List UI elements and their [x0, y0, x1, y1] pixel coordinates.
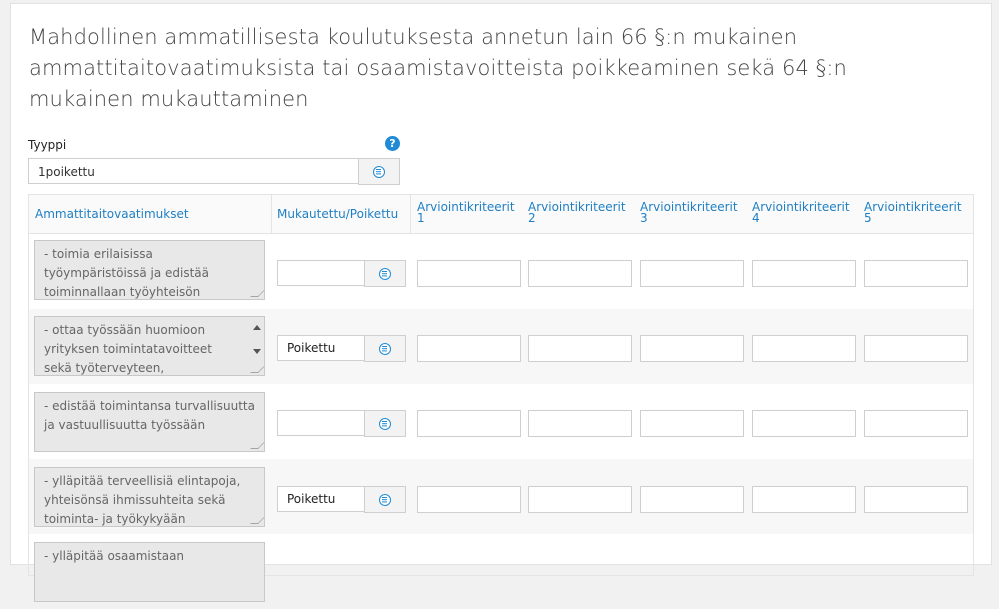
criteria-1-input[interactable] — [417, 260, 521, 287]
header-criteria-5[interactable]: Arviointikriteerit 5 — [864, 195, 968, 233]
requirements-table: Ammattitaitovaatimukset Mukautettu/Poike… — [28, 194, 974, 602]
status-select-button[interactable] — [364, 486, 406, 513]
criteria-3-input[interactable] — [640, 335, 744, 362]
table-header: Ammattitaitovaatimukset Mukautettu/Poike… — [29, 195, 973, 234]
list-icon — [373, 165, 385, 178]
status-input[interactable]: Poikettu — [277, 486, 365, 512]
status-input[interactable] — [277, 260, 365, 286]
criteria-1-input[interactable] — [417, 410, 521, 437]
scroll-up-icon[interactable] — [253, 325, 261, 330]
criteria-4-input[interactable] — [752, 260, 856, 287]
criteria-2-input[interactable] — [528, 260, 632, 287]
resize-handle-icon[interactable] — [250, 441, 264, 449]
status-input[interactable] — [277, 410, 365, 436]
header-criteria-1[interactable]: Arviointikriteerit 1 — [417, 195, 521, 233]
requirement-text: - toimia erilaisissa työympäristöissä ja… — [44, 247, 209, 299]
table-row: - ottaa työssään huomioon yrityksen toim… — [29, 309, 973, 384]
table-row: - ylläpitää terveellisiä elintapoja, yht… — [29, 459, 973, 534]
criteria-2-input[interactable] — [528, 410, 632, 437]
header-requirements[interactable]: Ammattitaitovaatimukset — [35, 195, 265, 233]
criteria-5-input[interactable] — [864, 410, 968, 437]
criteria-4-input[interactable] — [752, 410, 856, 437]
list-icon — [379, 417, 391, 430]
criteria-1-input[interactable] — [417, 486, 521, 513]
resize-handle-icon[interactable] — [250, 365, 264, 373]
header-adapted[interactable]: Mukautettu/Poikettu — [277, 195, 411, 233]
requirement-textarea[interactable]: - ottaa työssään huomioon yrityksen toim… — [34, 316, 265, 376]
status-select-button[interactable] — [364, 335, 406, 362]
criteria-2-input[interactable] — [528, 335, 632, 362]
criteria-5-input[interactable] — [864, 335, 968, 362]
list-icon — [379, 493, 391, 506]
criteria-3-input[interactable] — [640, 486, 744, 513]
requirement-textarea[interactable]: - ylläpitää osaamistaan — [34, 542, 265, 602]
criteria-3-input[interactable] — [640, 260, 744, 287]
header-divider — [271, 195, 272, 233]
criteria-5-input[interactable] — [864, 486, 968, 513]
status-input[interactable]: Poikettu — [277, 335, 365, 361]
scroll-down-icon[interactable] — [253, 349, 261, 354]
requirement-text: - ottaa työssään huomioon yrityksen toim… — [44, 323, 212, 375]
status-select-button[interactable] — [364, 260, 406, 287]
criteria-3-input[interactable] — [640, 410, 744, 437]
list-icon — [379, 342, 391, 355]
requirement-text: - edistää toimintansa turvallisuutta ja … — [44, 399, 255, 432]
table-row: - ylläpitää osaamistaan — [29, 534, 973, 609]
header-criteria-3[interactable]: Arviointikriteerit 3 — [640, 195, 744, 233]
criteria-2-input[interactable] — [528, 486, 632, 513]
requirement-text: - ylläpitää terveellisiä elintapoja, yht… — [44, 474, 241, 526]
help-icon[interactable]: ? — [385, 136, 400, 151]
header-criteria-4[interactable]: Arviointikriteerit 4 — [752, 195, 856, 233]
criteria-5-input[interactable] — [864, 260, 968, 287]
form-panel: Mahdollinen ammatillisesta koulutuksesta… — [10, 3, 992, 602]
section-title: Mahdollinen ammatillisesta koulutuksesta… — [29, 25, 847, 111]
status-select-button[interactable] — [364, 410, 406, 437]
table-row: - edistää toimintansa turvallisuutta ja … — [29, 384, 973, 459]
criteria-1-input[interactable] — [417, 335, 521, 362]
resize-handle-icon[interactable] — [250, 516, 264, 524]
criteria-4-input[interactable] — [752, 335, 856, 362]
type-input[interactable]: 1poikettu — [28, 158, 358, 184]
table-row: - toimia erilaisissa työympäristöissä ja… — [29, 234, 973, 309]
list-icon — [379, 267, 391, 280]
header-criteria-2[interactable]: Arviointikriteerit 2 — [528, 195, 632, 233]
requirement-textarea[interactable]: - edistää toimintansa turvallisuutta ja … — [34, 392, 265, 452]
criteria-4-input[interactable] — [752, 486, 856, 513]
requirement-textarea[interactable]: - ylläpitää terveellisiä elintapoja, yht… — [34, 467, 265, 527]
requirement-text: - ylläpitää osaamistaan — [44, 549, 185, 563]
resize-handle-icon[interactable] — [250, 289, 264, 297]
requirement-textarea[interactable]: - toimia erilaisissa työympäristöissä ja… — [34, 240, 265, 300]
type-label: Tyyppi — [28, 138, 67, 152]
header-divider — [410, 195, 411, 233]
type-select-button[interactable] — [358, 158, 400, 185]
